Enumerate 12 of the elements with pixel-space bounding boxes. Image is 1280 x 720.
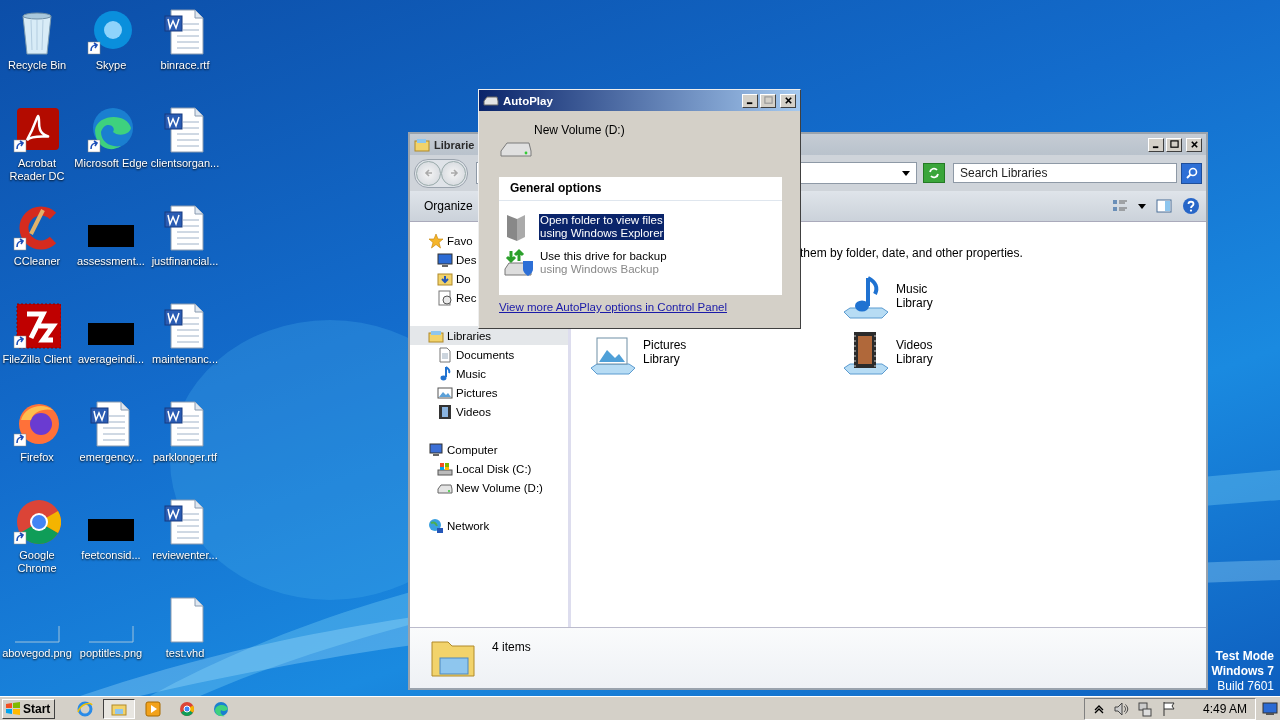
system-notice-text: Windows 7 [1211,664,1274,679]
library-label: Videos Library [896,337,933,366]
section-heading: General options [499,177,782,201]
item-count: 4 items [492,639,531,654]
library-label: Music Library [896,281,933,310]
window-title: AutoPlay [503,94,553,107]
device-name: New Volume (D:) [534,123,625,137]
window-title: Librarie [434,138,475,151]
description-text: them by folder, date, and other properties. [800,246,1024,260]
system-notice-text: Test Mode [1215,649,1274,664]
library-label: Pictures Library [643,337,687,366]
system-notice-text: Build 7601 [1217,679,1274,694]
